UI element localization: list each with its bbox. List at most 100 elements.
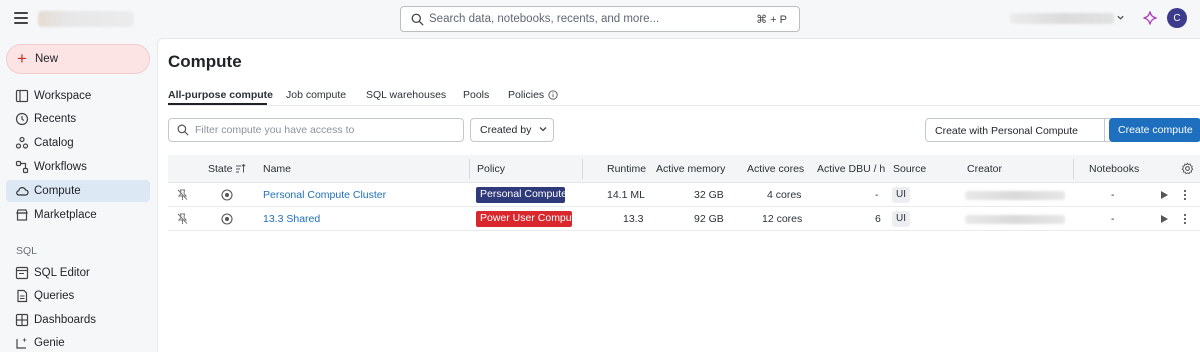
play-icon[interactable] — [1160, 190, 1169, 200]
sidebar-item-workspace[interactable]: Workspace — [6, 85, 150, 107]
sidebar-item-label: Workflows — [34, 161, 87, 173]
created-by-label: Created by — [480, 124, 532, 136]
source-badge: UI — [892, 187, 910, 203]
sidebar-item-label: Recents — [34, 113, 77, 125]
assistant-sparkle-icon[interactable] — [1142, 10, 1158, 26]
column-header-active-dbu[interactable]: Active DBU / h — [817, 163, 885, 175]
create-compute-label: Create compute — [1118, 124, 1193, 136]
sidebar-item-label: Catalog — [34, 137, 74, 149]
catalog-icon — [15, 136, 29, 149]
column-header-runtime[interactable]: Runtime — [607, 163, 646, 175]
tabs-divider — [168, 105, 1200, 106]
stopped-state-icon — [221, 189, 233, 201]
column-header-name[interactable]: Name — [263, 163, 291, 175]
compute-name-link[interactable]: Personal Compute Cluster — [263, 189, 386, 201]
user-menu[interactable] — [1010, 13, 1114, 24]
table-header: State Name Policy Runtime Active memory … — [168, 155, 1200, 183]
create-personal-compute-button[interactable]: Create with Personal Compute — [925, 118, 1105, 142]
table-row[interactable]: 13.3 Shared Power User Compute 13.3 92 G… — [168, 207, 1200, 231]
column-header-source[interactable]: Source — [893, 163, 926, 175]
cloud-icon — [16, 187, 29, 196]
sidebar-item-genie[interactable]: Genie — [6, 332, 150, 352]
active-dbu-cell: 6 — [875, 213, 881, 225]
sidebar: + New Workspace Recents Catalog Workflow… — [0, 38, 157, 352]
filter-placeholder: Filter compute you have access to — [195, 124, 355, 136]
pin-icon[interactable] — [177, 213, 188, 225]
avatar[interactable]: C — [1167, 8, 1187, 28]
notebooks-cell: - — [1111, 189, 1115, 201]
clock-icon — [15, 112, 29, 126]
tab-sql-warehouses[interactable]: SQL warehouses — [366, 89, 446, 101]
column-resizer[interactable] — [1073, 159, 1074, 179]
page-title: Compute — [168, 52, 242, 71]
creator-cell — [965, 191, 1065, 200]
column-resizer[interactable] — [469, 159, 470, 179]
sidebar-item-recents[interactable]: Recents — [6, 108, 150, 130]
global-search-input[interactable]: Search data, notebooks, recents, and mor… — [400, 6, 800, 32]
search-icon — [177, 124, 189, 136]
create-compute-button[interactable]: Create compute — [1109, 118, 1200, 142]
more-options-icon[interactable] — [1183, 189, 1187, 201]
info-icon[interactable] — [548, 90, 558, 100]
column-header-policy[interactable]: Policy — [477, 163, 505, 175]
menu-icon[interactable] — [14, 12, 28, 24]
dashboards-icon — [15, 313, 29, 327]
column-header-active-cores[interactable]: Active cores — [747, 163, 804, 175]
pin-icon[interactable] — [177, 189, 188, 201]
created-by-dropdown[interactable]: Created by — [470, 118, 554, 142]
column-header-creator[interactable]: Creator — [967, 163, 1002, 175]
active-memory-cell: 92 GB — [694, 213, 724, 225]
sidebar-item-compute[interactable]: Compute — [6, 180, 150, 202]
sidebar-item-catalog[interactable]: Catalog — [6, 132, 150, 154]
sidebar-item-marketplace[interactable]: Marketplace — [6, 204, 150, 226]
workspace-icon — [15, 89, 29, 103]
search-placeholder: Search data, notebooks, recents, and mor… — [429, 13, 660, 25]
new-button-label: New — [35, 53, 59, 65]
source-badge: UI — [892, 211, 910, 227]
column-header-active-memory[interactable]: Active memory — [656, 163, 725, 175]
sidebar-item-label: Compute — [34, 185, 81, 197]
sidebar-item-dashboards[interactable]: Dashboards — [6, 309, 150, 331]
column-header-notebooks[interactable]: Notebooks — [1089, 163, 1139, 175]
settings-gear-icon[interactable] — [1181, 162, 1194, 175]
runtime-cell: 14.1 ML — [607, 189, 645, 201]
top-bar: Search data, notebooks, recents, and mor… — [0, 0, 1200, 38]
sidebar-item-label: Genie — [34, 337, 65, 349]
more-options-icon[interactable] — [1183, 213, 1187, 225]
creator-cell — [965, 215, 1065, 224]
sort-icon[interactable] — [235, 163, 246, 174]
sidebar-item-queries[interactable]: Queries — [6, 285, 150, 307]
active-dbu-cell: - — [875, 189, 879, 201]
table-row[interactable]: Personal Compute Cluster Personal Comput… — [168, 183, 1200, 207]
sidebar-item-label: SQL Editor — [34, 267, 90, 279]
queries-icon — [17, 289, 28, 303]
store-icon — [16, 209, 28, 221]
main-panel: Compute All-purpose compute Job compute … — [157, 38, 1200, 352]
workflows-icon — [15, 160, 29, 174]
column-header-state[interactable]: State — [208, 163, 233, 175]
runtime-cell: 13.3 — [623, 213, 644, 225]
plus-icon: + — [17, 49, 27, 68]
notebooks-cell: - — [1111, 213, 1115, 225]
sidebar-item-sql-editor[interactable]: SQL Editor — [6, 262, 150, 284]
search-shortcut: ⌘ + P — [756, 14, 787, 26]
tab-policies[interactable]: Policies — [508, 89, 544, 101]
workspace-logo[interactable] — [38, 11, 134, 27]
genie-icon — [16, 337, 27, 349]
sidebar-item-label: Workspace — [34, 90, 92, 102]
policy-badge: Power User Compute — [476, 211, 572, 227]
play-icon[interactable] — [1160, 214, 1169, 224]
new-button[interactable]: + New — [6, 44, 150, 74]
filter-compute-input[interactable]: Filter compute you have access to — [168, 118, 464, 142]
compute-name-link[interactable]: 13.3 Shared — [263, 213, 320, 225]
stopped-state-icon — [221, 213, 233, 225]
tab-pools[interactable]: Pools — [463, 89, 489, 101]
active-cores-cell: 12 cores — [762, 213, 803, 225]
sidebar-item-label: Dashboards — [34, 314, 97, 326]
tab-all-purpose-compute[interactable]: All-purpose compute — [168, 89, 273, 101]
column-resizer[interactable] — [582, 159, 583, 179]
chevron-down-icon — [539, 127, 547, 132]
tab-job-compute[interactable]: Job compute — [286, 89, 346, 101]
chevron-down-icon[interactable] — [1116, 13, 1125, 24]
sidebar-item-workflows[interactable]: Workflows — [6, 156, 150, 178]
